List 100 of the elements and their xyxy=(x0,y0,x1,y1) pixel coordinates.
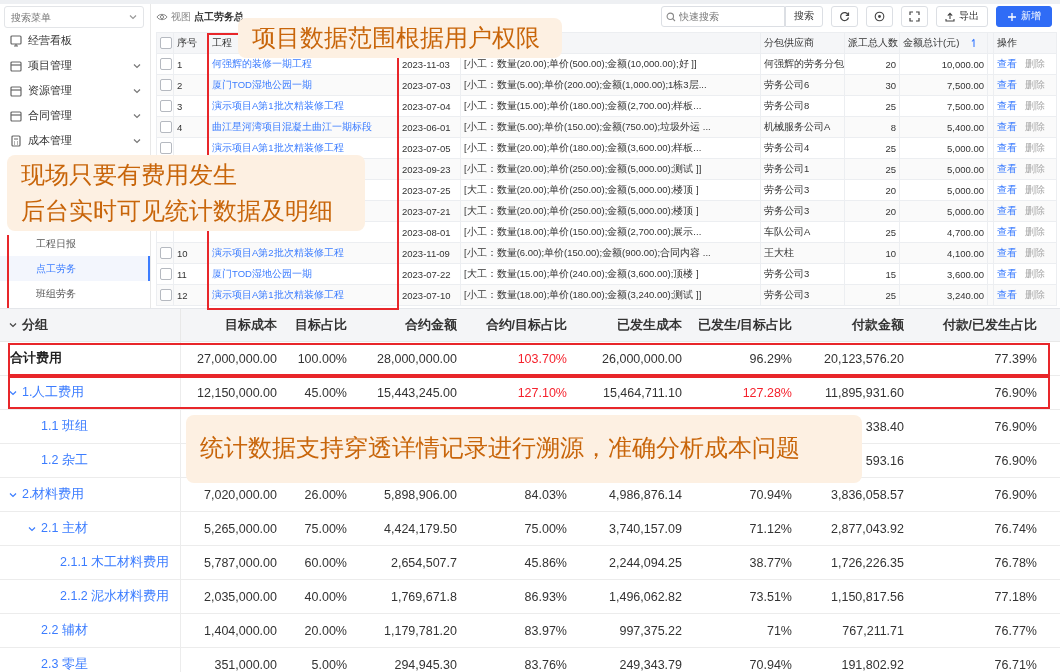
table-cell: 76.71% xyxy=(912,647,1045,672)
export-button[interactable]: 导出 xyxy=(936,6,988,27)
table-cell: [小工：数量(18.00);单价(150.00);金额(2,700.00);展示... xyxy=(460,221,761,243)
search-button[interactable]: 搜索 xyxy=(785,6,823,27)
checkbox[interactable] xyxy=(160,268,172,281)
table-cell: 76.90% xyxy=(912,443,1045,478)
table-cell: 127.10% xyxy=(465,375,575,410)
table-cell: 294,945.30 xyxy=(355,647,465,672)
fullscreen-button[interactable] xyxy=(901,6,928,27)
table-cell: [小工：数量(5.00);单价(150.00);金额(750.00);垃圾外运 ... xyxy=(460,116,761,138)
table-cell: 5,000.00 xyxy=(899,137,988,159)
sort-arrow-icon[interactable] xyxy=(971,38,978,48)
group-link[interactable]: 2.3 零星 xyxy=(41,656,88,672)
menu-search-field[interactable]: 搜索菜单 xyxy=(4,6,144,28)
table-cell: [大工：数量(20.00);单价(250.00);金额(5,000.00);楼顶 ] xyxy=(460,200,761,222)
group-link[interactable]: 2.材料费用 xyxy=(22,486,85,503)
group-link[interactable]: 2.1.1 木工材料费用 xyxy=(60,554,170,571)
table-cell: 100.00% xyxy=(285,341,355,376)
nav-item[interactable]: 合同管理 xyxy=(0,103,150,128)
refresh-button[interactable] xyxy=(831,6,858,27)
action-link[interactable]: 查看 xyxy=(997,141,1017,153)
table-cell: 7,500.00 xyxy=(899,95,988,117)
table-cell: 15,443,245.00 xyxy=(355,375,465,410)
table-cell: 76.78% xyxy=(912,545,1045,580)
column-header: 序号 xyxy=(177,36,197,48)
checkbox[interactable] xyxy=(160,37,172,50)
table-cell: 劳务公司3 xyxy=(760,179,845,201)
checkbox[interactable] xyxy=(160,142,172,155)
callout-tooltip: 现场只要有费用发生 后台实时可见统计数据及明细 xyxy=(7,155,365,231)
table-cell: 20 xyxy=(844,53,900,75)
group-link[interactable]: 2.1 主材 xyxy=(41,520,88,537)
table-cell: [小工：数量(18.00);单价(180.00);金额(3,240.00);测试 ]] xyxy=(460,284,761,306)
table-cell: 2023-07-22 xyxy=(398,263,461,285)
table-cell: 75.00% xyxy=(285,511,355,546)
column-header: 已发生成本 xyxy=(575,309,690,342)
checkbox[interactable] xyxy=(160,58,172,71)
table-cell: 10,000.00 xyxy=(899,53,988,75)
search-field[interactable]: 快速搜索 xyxy=(661,6,785,27)
checkbox[interactable] xyxy=(160,79,172,92)
table-cell: 2,035,000.00 xyxy=(180,579,285,614)
table-cell: 103.70% xyxy=(465,341,575,376)
nav-item[interactable]: 成本管理 xyxy=(0,128,150,153)
table-cell: 何强辉的劳务分包 xyxy=(760,53,845,75)
table-cell: 5,787,000.00 xyxy=(180,545,285,580)
table-cell: 191,802.92 xyxy=(800,647,912,672)
table-cell: 1,726,226.35 xyxy=(800,545,912,580)
column-header: 合约/目标占比 xyxy=(465,309,575,342)
checkbox[interactable] xyxy=(160,121,172,134)
table-cell: 75.00% xyxy=(465,511,575,546)
table-cell: 86.93% xyxy=(465,579,575,614)
action-link[interactable]: 查看 xyxy=(997,120,1017,132)
table-cell: 2023-07-05 xyxy=(398,137,461,159)
target-icon xyxy=(874,11,885,22)
table-cell: 76.77% xyxy=(912,613,1045,648)
action-link[interactable]: 查看 xyxy=(997,246,1017,258)
table-cell: 249,343.79 xyxy=(575,647,690,672)
caret-icon[interactable] xyxy=(8,320,18,330)
table-cell: 1,769,671.8 xyxy=(355,579,465,614)
table-cell: 1,496,062.82 xyxy=(575,579,690,614)
nav-item[interactable]: 经营看板 xyxy=(0,28,150,53)
nav-item[interactable]: 项目管理 xyxy=(0,53,150,78)
group-link[interactable]: 2.2 辅材 xyxy=(41,622,88,639)
nav-item[interactable]: 班组劳务 xyxy=(0,281,150,306)
group-link[interactable]: 1.2 杂工 xyxy=(41,452,88,469)
settings-button[interactable] xyxy=(866,6,893,27)
action-link[interactable]: 查看 xyxy=(997,288,1017,300)
checkbox[interactable] xyxy=(160,247,172,260)
nav-item[interactable]: 工程日报 xyxy=(0,231,150,256)
action-link[interactable]: 查看 xyxy=(997,78,1017,90)
action-link[interactable]: 查看 xyxy=(997,162,1017,174)
action-link[interactable]: 查看 xyxy=(997,183,1017,195)
table-cell: 2023-07-04 xyxy=(398,95,461,117)
action-link[interactable]: 查看 xyxy=(997,99,1017,111)
upload-icon xyxy=(945,11,955,22)
table-cell: 83.76% xyxy=(465,647,575,672)
action-link[interactable]: 查看 xyxy=(997,204,1017,216)
table-cell: [大工：数量(20.00);单价(250.00);金额(5,000.00);楼顶 ] xyxy=(460,179,761,201)
group-link[interactable]: 2.1.2 泥水材料费用 xyxy=(60,588,170,605)
table-cell: 1,150,817.56 xyxy=(800,579,912,614)
column-header: 工程 xyxy=(212,36,232,48)
table-cell: 1,179,781.20 xyxy=(355,613,465,648)
table-cell: 76.90% xyxy=(912,375,1045,410)
checkbox[interactable] xyxy=(160,100,172,113)
table-cell: 11,895,931.60 xyxy=(800,375,912,410)
action-link[interactable]: 查看 xyxy=(997,225,1017,237)
table-cell: 劳务公司8 xyxy=(760,95,845,117)
nav-item[interactable]: 点工劳务 xyxy=(0,256,150,281)
group-link[interactable]: 1.人工费用 xyxy=(22,384,85,401)
table-cell: 2,244,094.25 xyxy=(575,545,690,580)
table-cell: 60.00% xyxy=(285,545,355,580)
action-link[interactable]: 查看 xyxy=(997,267,1017,279)
table-cell: [大工：数量(15.00);单价(240.00);金额(3,600.00);顶楼 ] xyxy=(460,263,761,285)
group-link[interactable]: 1.1 班组 xyxy=(41,418,88,435)
fullscreen-icon xyxy=(909,11,920,22)
table-cell: 997,375.22 xyxy=(575,613,690,648)
nav-item[interactable]: 资源管理 xyxy=(0,78,150,103)
action-link[interactable]: 查看 xyxy=(997,57,1017,69)
column-header: 付款/已发生占比 xyxy=(912,309,1045,342)
add-button[interactable]: 新增 xyxy=(996,6,1052,27)
checkbox[interactable] xyxy=(160,289,172,302)
